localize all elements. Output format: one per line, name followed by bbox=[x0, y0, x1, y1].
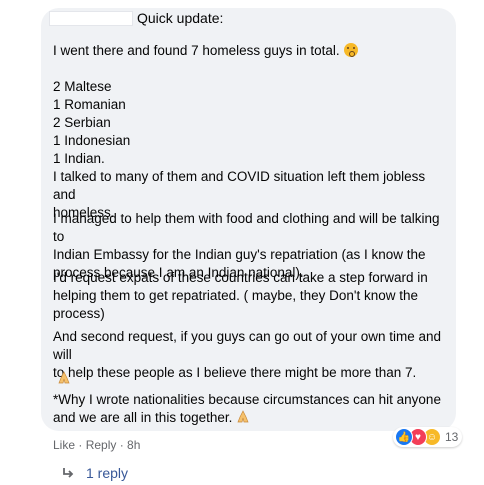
author-name-redacted[interactable] bbox=[49, 11, 133, 26]
paragraph-text: I went there and found 7 homeless guys i… bbox=[53, 43, 340, 58]
reactions-summary[interactable]: 👍 ♥ ☺ 13 bbox=[393, 427, 463, 447]
separator: · bbox=[75, 438, 86, 452]
view-replies-link[interactable]: 1 reply bbox=[62, 465, 128, 481]
comment-actions: Like · Reply · 8h bbox=[53, 438, 140, 452]
comment-paragraph: I went there and found 7 homeless guys i… bbox=[53, 42, 449, 60]
comment-bubble: Quick update: I went there and found 7 h… bbox=[41, 8, 456, 431]
like-icon: 👍 bbox=[395, 428, 413, 446]
praying-hands-icon bbox=[232, 410, 250, 425]
replies-count-label: 1 reply bbox=[86, 465, 129, 481]
reply-arrow-icon bbox=[63, 468, 74, 478]
reaction-count: 13 bbox=[445, 430, 459, 444]
comment-paragraph: And second request, if you guys can go o… bbox=[53, 329, 441, 380]
separator: · bbox=[116, 438, 128, 452]
like-button[interactable]: Like bbox=[53, 438, 75, 452]
comment-paragraph: *Why I wrote nationalities because circu… bbox=[53, 391, 449, 427]
timestamp[interactable]: 8h bbox=[127, 438, 140, 452]
reply-button[interactable]: Reply bbox=[86, 438, 117, 452]
sad-face-emoji-icon bbox=[343, 43, 358, 57]
comment-header: Quick update: bbox=[137, 10, 224, 26]
comment-paragraph: I'd request expats of these countries ca… bbox=[53, 270, 428, 321]
praying-hands-icon bbox=[57, 370, 71, 388]
nationalities-list: 2 Maltese 1 Romanian 2 Serbian 1 Indones… bbox=[53, 79, 131, 166]
